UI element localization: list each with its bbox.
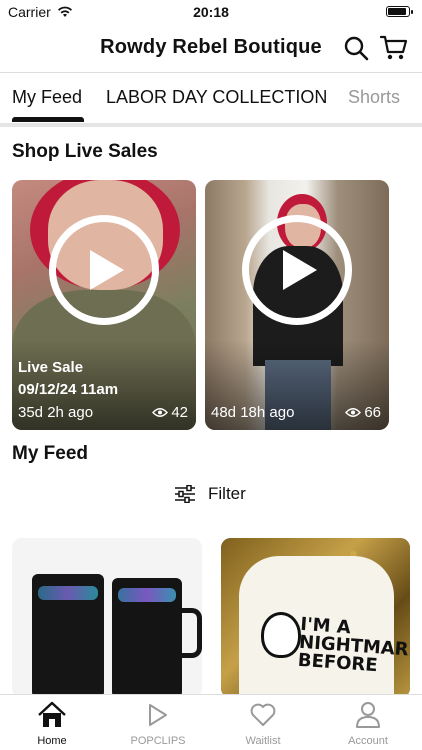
- sliders-icon: [175, 485, 195, 503]
- view-count-value: 66: [364, 404, 381, 421]
- product-graphic: I'M A NIGHTMARE BEFORE: [297, 613, 410, 677]
- eye-icon: [345, 408, 362, 417]
- play-icon: [283, 250, 317, 290]
- bottom-nav: Home POPCLIPS Waitlist Account: [0, 694, 422, 750]
- nav-account[interactable]: Account: [323, 701, 413, 747]
- active-tab-indicator: [12, 117, 84, 122]
- battery-icon: [386, 6, 413, 17]
- live-sale-date: 09/12/24 11am: [18, 381, 119, 398]
- play-icon: [90, 250, 124, 290]
- live-sales-title: Shop Live Sales: [12, 141, 158, 162]
- feed-title: My Feed: [12, 443, 89, 464]
- eye-icon: [152, 408, 169, 417]
- nav-label: POPCLIPS: [130, 735, 186, 747]
- status-bar: Carrier 20:18: [0, 0, 422, 24]
- live-sale-card[interactable]: 48d 18h ago 66: [205, 180, 389, 430]
- status-time: 20:18: [193, 4, 229, 20]
- nav-popclips[interactable]: POPCLIPS: [113, 701, 203, 747]
- nav-waitlist[interactable]: Waitlist: [218, 701, 308, 747]
- filter-button[interactable]: Filter: [174, 484, 246, 504]
- view-count-value: 42: [171, 404, 188, 421]
- live-sale-age: 48d 18h ago: [211, 404, 295, 421]
- tabs-divider: [0, 123, 422, 127]
- app-header: Rowdy Rebel Boutique: [0, 24, 422, 72]
- tab-labor-day-collection[interactable]: LABOR DAY COLLECTION: [106, 87, 327, 108]
- cart-icon: [380, 35, 408, 60]
- live-sale-label: Live Sale: [18, 359, 84, 376]
- tab-shorts[interactable]: Shorts: [348, 87, 400, 108]
- nav-label: Waitlist: [245, 735, 281, 747]
- tab-my-feed[interactable]: My Feed: [12, 87, 82, 108]
- view-count: 42: [152, 404, 188, 421]
- product-card[interactable]: [12, 538, 202, 698]
- nav-label: Home: [37, 735, 67, 747]
- person-icon: [356, 702, 380, 728]
- search-icon: [344, 36, 369, 61]
- home-icon: [38, 701, 66, 727]
- nav-label: Account: [348, 735, 388, 747]
- search-button[interactable]: [340, 32, 372, 64]
- product-card[interactable]: I'M A NIGHTMARE BEFORE: [221, 538, 410, 698]
- nav-home[interactable]: Home: [7, 701, 97, 747]
- play-icon: [149, 704, 167, 726]
- filter-label: Filter: [208, 484, 246, 503]
- live-sale-age: 35d 2h ago: [18, 404, 94, 421]
- cart-button[interactable]: [378, 32, 410, 64]
- live-sale-card[interactable]: Live Sale 09/12/24 11am 35d 2h ago 42: [12, 180, 196, 430]
- category-tabs: My Feed LABOR DAY COLLECTION Shorts: [0, 73, 422, 125]
- view-count: 66: [345, 404, 381, 421]
- heart-icon: [250, 703, 276, 726]
